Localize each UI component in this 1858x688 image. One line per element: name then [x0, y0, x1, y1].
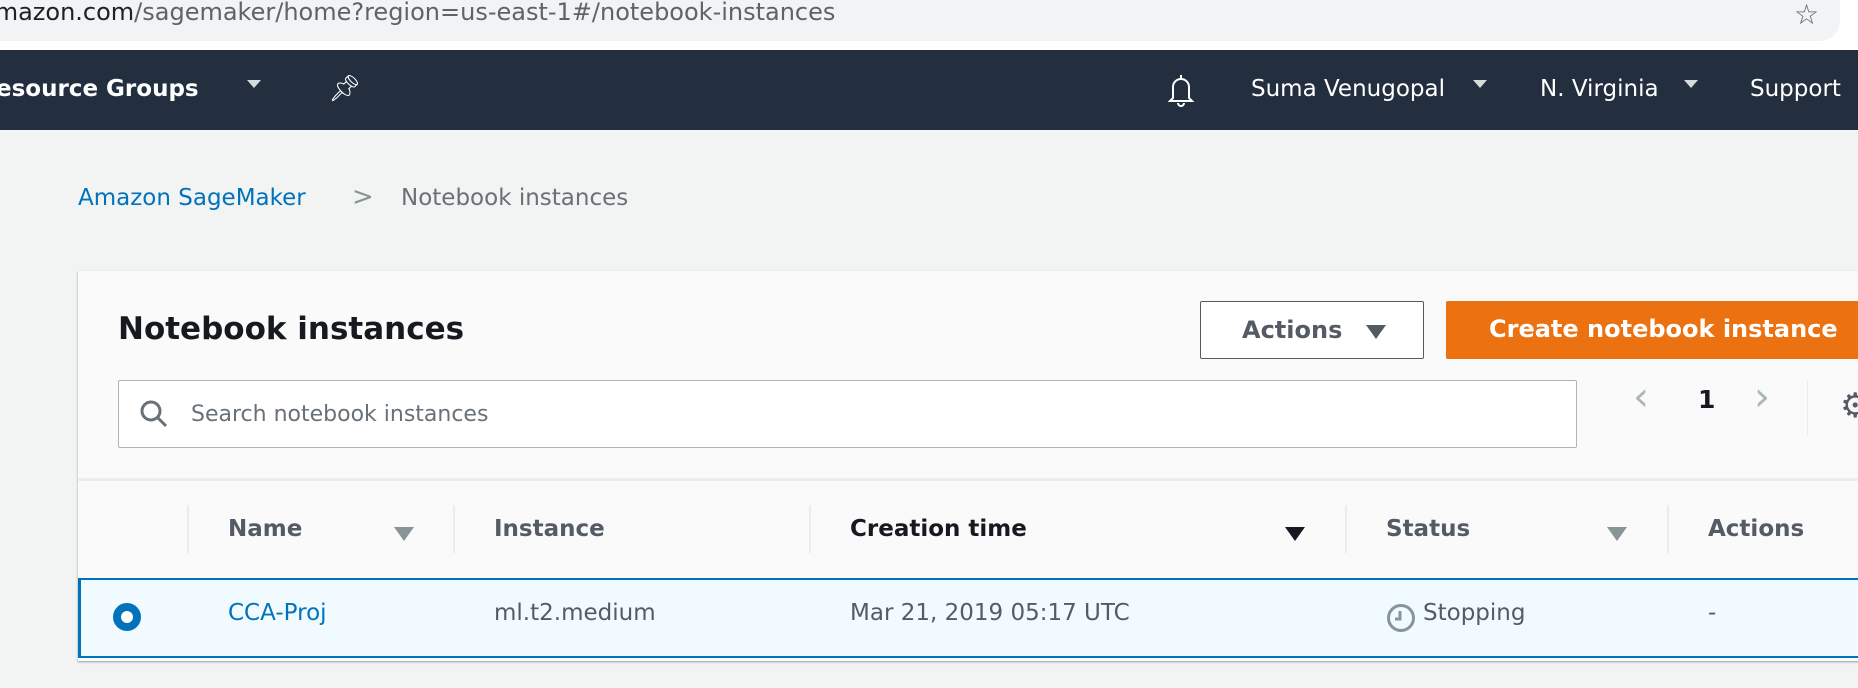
- status-text: Stopping: [1423, 600, 1526, 626]
- instance-name-link[interactable]: CCA-Proj: [228, 600, 327, 626]
- chevron-down-icon[interactable]: [1684, 80, 1698, 88]
- prev-page-icon[interactable]: ‹: [1633, 374, 1649, 420]
- gear-icon[interactable]: ⚙: [1840, 389, 1858, 423]
- instance-type: ml.t2.medium: [494, 600, 656, 626]
- bell-icon[interactable]: [1166, 72, 1196, 108]
- caret-down-icon: [1366, 325, 1386, 339]
- breadcrumb-sagemaker[interactable]: Amazon SageMaker: [78, 185, 306, 211]
- column-header-creation-time[interactable]: Creation time: [850, 516, 1027, 542]
- chevron-down-icon[interactable]: [247, 80, 261, 88]
- user-menu[interactable]: Suma Venugopal: [1251, 74, 1445, 104]
- chevron-down-icon[interactable]: [1473, 80, 1487, 88]
- support-menu[interactable]: Support: [1750, 74, 1841, 104]
- column-divider: [1345, 505, 1347, 553]
- divider: [1807, 381, 1808, 436]
- row-radio[interactable]: [113, 603, 141, 631]
- region-menu[interactable]: N. Virginia: [1540, 74, 1659, 104]
- column-divider: [809, 505, 811, 553]
- divider: [78, 478, 1858, 481]
- top-nav: esource Groups 📌︎ Suma Venugopal N. Virg…: [0, 50, 1858, 130]
- row-actions: -: [1708, 600, 1717, 626]
- address-bar[interactable]: amazon.com/sagemaker/home?region=us-east…: [0, 0, 1840, 41]
- browser-bar: amazon.com/sagemaker/home?region=us-east…: [0, 0, 1858, 50]
- resource-groups-menu[interactable]: esource Groups: [0, 74, 199, 104]
- breadcrumb-separator: >: [352, 182, 374, 212]
- notebook-instances-panel: Notebook instances Actions Create notebo…: [78, 271, 1858, 661]
- sort-desc-icon[interactable]: [1285, 527, 1305, 541]
- url-text[interactable]: amazon.com/sagemaker/home?region=us-east…: [0, 0, 835, 26]
- breadcrumb-current: Notebook instances: [401, 185, 629, 211]
- actions-button[interactable]: Actions: [1200, 301, 1424, 359]
- column-header-instance[interactable]: Instance: [494, 516, 605, 542]
- sort-icon[interactable]: [394, 527, 414, 541]
- next-page-icon[interactable]: ›: [1754, 374, 1770, 420]
- page-number[interactable]: 1: [1698, 385, 1715, 414]
- column-divider: [453, 505, 455, 553]
- star-icon[interactable]: ☆: [1794, 0, 1819, 31]
- pin-icon[interactable]: 📌︎: [328, 74, 361, 104]
- creation-time: Mar 21, 2019 05:17 UTC: [850, 600, 1130, 626]
- column-divider: [1667, 505, 1669, 553]
- column-header-actions: Actions: [1708, 516, 1805, 542]
- create-notebook-instance-button[interactable]: Create notebook instance: [1446, 301, 1858, 359]
- column-header-name[interactable]: Name: [228, 516, 302, 542]
- table-row[interactable]: CCA-Proj ml.t2.medium Mar 21, 2019 05:17…: [78, 578, 1858, 658]
- column-header-status[interactable]: Status: [1386, 516, 1470, 542]
- actions-label: Actions: [1242, 316, 1343, 344]
- search-icon: [140, 400, 168, 428]
- clock-icon: [1387, 604, 1415, 632]
- column-divider: [187, 505, 189, 553]
- search-placeholder: Search notebook instances: [191, 402, 489, 427]
- search-input[interactable]: Search notebook instances: [118, 380, 1577, 448]
- page-title: Notebook instances: [118, 311, 465, 347]
- sort-icon[interactable]: [1607, 527, 1627, 541]
